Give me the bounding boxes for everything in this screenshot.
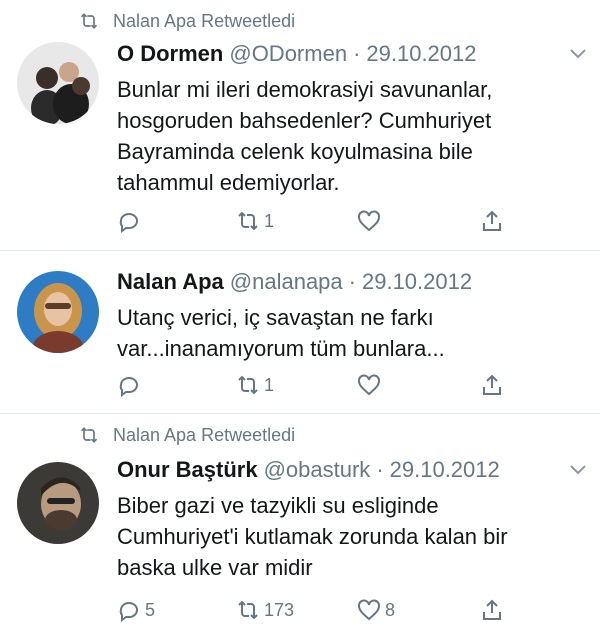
tweet-actions: 1 [117,371,586,399]
retweet-count: 1 [264,374,275,395]
share-button[interactable] [480,207,504,235]
tweet[interactable]: Nalan Apa @nalanapa · 29.10.2012 Utanç v… [0,251,600,414]
like-icon [358,210,380,232]
reply-button[interactable]: 5 [117,596,155,624]
like-icon [358,374,380,396]
like-button[interactable] [357,207,385,235]
reply-icon [119,377,138,397]
tweet[interactable]: Nalan Apa Retweetledi O Dormen @ODormen … [0,0,600,251]
tweet-date[interactable]: 29.10.2012 [390,456,500,484]
chevron-down-icon[interactable] [570,465,586,475]
tweet-text: Utanç verici, iç savaştan ne farkı var..… [117,305,445,361]
tweet[interactable]: Nalan Apa Retweetledi Onur Baştürk @obas… [0,414,600,636]
retweet-icon [238,600,258,620]
retweet-icon [238,211,258,231]
author-handle[interactable]: @ODormen [229,40,347,68]
avatar[interactable] [17,462,99,544]
share-button[interactable] [480,596,504,624]
author-name[interactable]: Onur Baştürk [117,456,258,484]
tweet-date[interactable]: 29.10.2012 [362,268,472,296]
retweet-button[interactable]: 1 [236,207,274,235]
retweet-icon [238,375,258,395]
reply-button[interactable] [117,371,145,399]
like-icon [358,599,380,621]
like-count: 8 [385,599,396,620]
reply-icon [119,213,138,233]
retweet-count: 173 [264,599,295,620]
tweet-date[interactable]: 29.10.2012 [366,40,476,68]
chevron-down-icon[interactable] [570,49,586,59]
retweet-button[interactable]: 1 [236,371,274,399]
separator: · [353,41,361,66]
retweet-icon [80,427,98,443]
reply-count: 5 [145,599,156,620]
author-name[interactable]: Nalan Apa [117,268,224,296]
separator: · [376,457,384,482]
retweet-count: 1 [264,210,275,231]
avatar[interactable] [17,42,99,124]
tweet-header: Nalan Apa @nalanapa · 29.10.2012 [117,268,586,296]
retweet-icon [80,13,98,29]
tweet-text: Biber gazi ve tazyikli su esliginde Cumh… [117,493,508,580]
retweet-label: Nalan Apa Retweetledi [113,10,296,31]
share-icon [483,210,501,231]
separator: · [348,269,356,294]
retweet-indicator: Nalan Apa Retweetledi [79,10,295,32]
tweet-text: Bunlar mi ileri demokrasiyi savunanlar, … [117,77,493,195]
avatar[interactable] [17,271,99,353]
retweet-label: Nalan Apa Retweetledi [113,424,296,445]
author-handle[interactable]: @obasturk [264,456,371,484]
author-handle[interactable]: @nalanapa [230,268,343,296]
tweet-header: O Dormen @ODormen · 29.10.2012 [117,40,586,68]
share-button[interactable] [480,371,504,399]
tweet-actions: 1 [117,207,586,235]
reply-button[interactable] [117,207,145,235]
retweet-button[interactable]: 173 [236,596,294,624]
tweet-header: Onur Baştürk @obasturk · 29.10.2012 [117,456,586,484]
like-button[interactable]: 8 [357,596,395,624]
like-button[interactable] [357,371,385,399]
share-icon [483,599,501,620]
tweet-actions: 5 173 8 [117,596,586,624]
retweet-indicator: Nalan Apa Retweetledi [79,424,295,446]
share-icon [483,374,501,395]
reply-icon [119,602,138,622]
author-name[interactable]: O Dormen [117,40,223,68]
